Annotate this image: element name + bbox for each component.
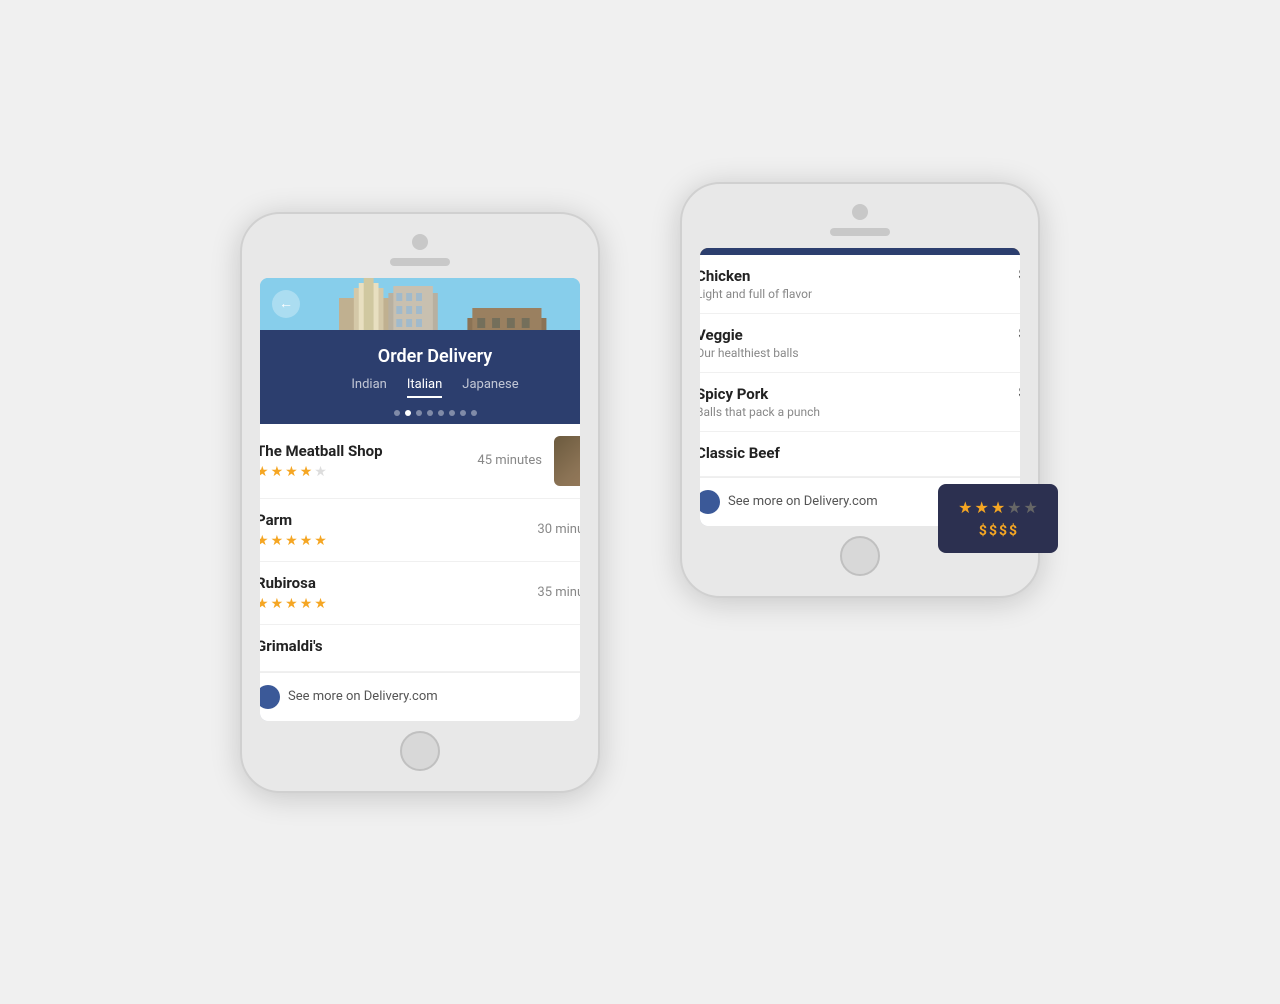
price-indicators: $ $ $ $ (950, 523, 1046, 539)
restaurant-time-1: 45 minutes (477, 453, 542, 468)
rating-stars: ★ ★ ★ ★ ★ (950, 498, 1046, 517)
home-button-right[interactable] (840, 536, 880, 576)
menu-item-veggie[interactable]: Veggie Our healthiest balls $9.00 (700, 314, 1020, 373)
menu-item-name-classic-beef: Classic Beef (700, 444, 780, 462)
order-delivery-panel: Order Delivery Indian Italian Japanese (260, 330, 580, 721)
restaurant-list: The Meatball Shop ★ ★ ★ ★ ★ 45 minutes (260, 424, 580, 721)
menu-item-name-chicken: Chicken (700, 267, 812, 285)
restaurant-stars-1: ★ ★ ★ ★ ★ (260, 464, 465, 480)
left-phone: ← (240, 212, 600, 793)
right-phone: ITALIAN The Meatball Shop 84 Stanton Str… (680, 182, 1040, 598)
menu-item-desc-chicken: Light and full of flavor (700, 287, 812, 301)
restaurant-name-4: Grimaldi's (260, 637, 580, 655)
restaurant-name-1: The Meatball Shop (260, 442, 465, 460)
restaurant-item-4[interactable]: Grimaldi's (260, 625, 580, 672)
restaurant-info-3: Rubirosa ★ ★ ★ ★ ★ (260, 574, 525, 612)
menu-item-chicken[interactable]: Chicken Light and full of flavor $9.00 (700, 255, 1020, 314)
menu-item-desc-spicy-pork: Balls that pack a punch (700, 405, 820, 419)
speaker-right (830, 228, 890, 236)
restaurant-item-2[interactable]: Parm ★ ★ ★ ★ ★ 30 minutes (260, 499, 580, 562)
menu-item-spicy-pork[interactable]: Spicy Pork Balls that pack a punch $9.00 (700, 373, 1020, 432)
tab-japanese[interactable]: Japanese (462, 377, 518, 398)
restaurant-name-2: Parm (260, 511, 525, 529)
menu-item-price-spicy-pork: $9.00 (1018, 385, 1020, 401)
restaurant-item-1[interactable]: The Meatball Shop ★ ★ ★ ★ ★ 45 minutes (260, 424, 580, 499)
restaurant-item-3[interactable]: Rubirosa ★ ★ ★ ★ ★ 35 minutes (260, 562, 580, 625)
restaurant-time-3: 35 minutes (537, 585, 580, 600)
restaurant-info-1: The Meatball Shop ★ ★ ★ ★ ★ (260, 442, 465, 480)
delivery-logo-icon-right (700, 490, 720, 514)
order-panel-title: Order Delivery (260, 330, 580, 377)
see-more-label-right: See more on Delivery.com (728, 494, 878, 509)
left-phone-screen: ← (260, 278, 580, 721)
restaurant-thumb-1 (554, 436, 580, 486)
menu-item-name-spicy-pork: Spicy Pork (700, 385, 820, 403)
phone-top-bar-right (700, 204, 1020, 236)
see-more-bar-left[interactable]: See more on Delivery.com › (260, 672, 580, 721)
menu-dots (700, 248, 1020, 255)
back-button[interactable]: ← (272, 290, 300, 318)
restaurant-stars-2: ★ ★ ★ ★ ★ (260, 533, 525, 549)
rating-card: ★ ★ ★ ★ ★ $ $ $ $ (938, 484, 1058, 553)
scene: ← (180, 172, 1100, 833)
tab-indian[interactable]: Indian (351, 377, 386, 398)
restaurant-name-3: Rubirosa (260, 574, 525, 592)
see-more-label-left: See more on Delivery.com (288, 689, 438, 704)
panel-dots (260, 406, 580, 424)
menu-item-name-veggie: Veggie (700, 326, 799, 344)
restaurant-info-4: Grimaldi's (260, 637, 580, 659)
tab-italian[interactable]: Italian (407, 377, 442, 398)
restaurant-stars-3: ★ ★ ★ ★ ★ (260, 596, 525, 612)
restaurant-info-2: Parm ★ ★ ★ ★ ★ (260, 511, 525, 549)
speaker-left (390, 258, 450, 266)
home-button-left[interactable] (400, 731, 440, 771)
camera-left (412, 234, 428, 250)
cuisine-tabs: Indian Italian Japanese (260, 377, 580, 406)
camera-right (852, 204, 868, 220)
delivery-logo-icon-left (260, 685, 280, 709)
menu-item-classic-beef[interactable]: Classic Beef (700, 432, 1020, 477)
restaurant-time-2: 30 minutes (537, 522, 580, 537)
menu-item-price-chicken: $9.00 (1018, 267, 1020, 283)
menu-item-price-veggie: $9.00 (1018, 326, 1020, 342)
menu-item-desc-veggie: Our healthiest balls (700, 346, 799, 360)
phone-top-bar-left (260, 234, 580, 266)
